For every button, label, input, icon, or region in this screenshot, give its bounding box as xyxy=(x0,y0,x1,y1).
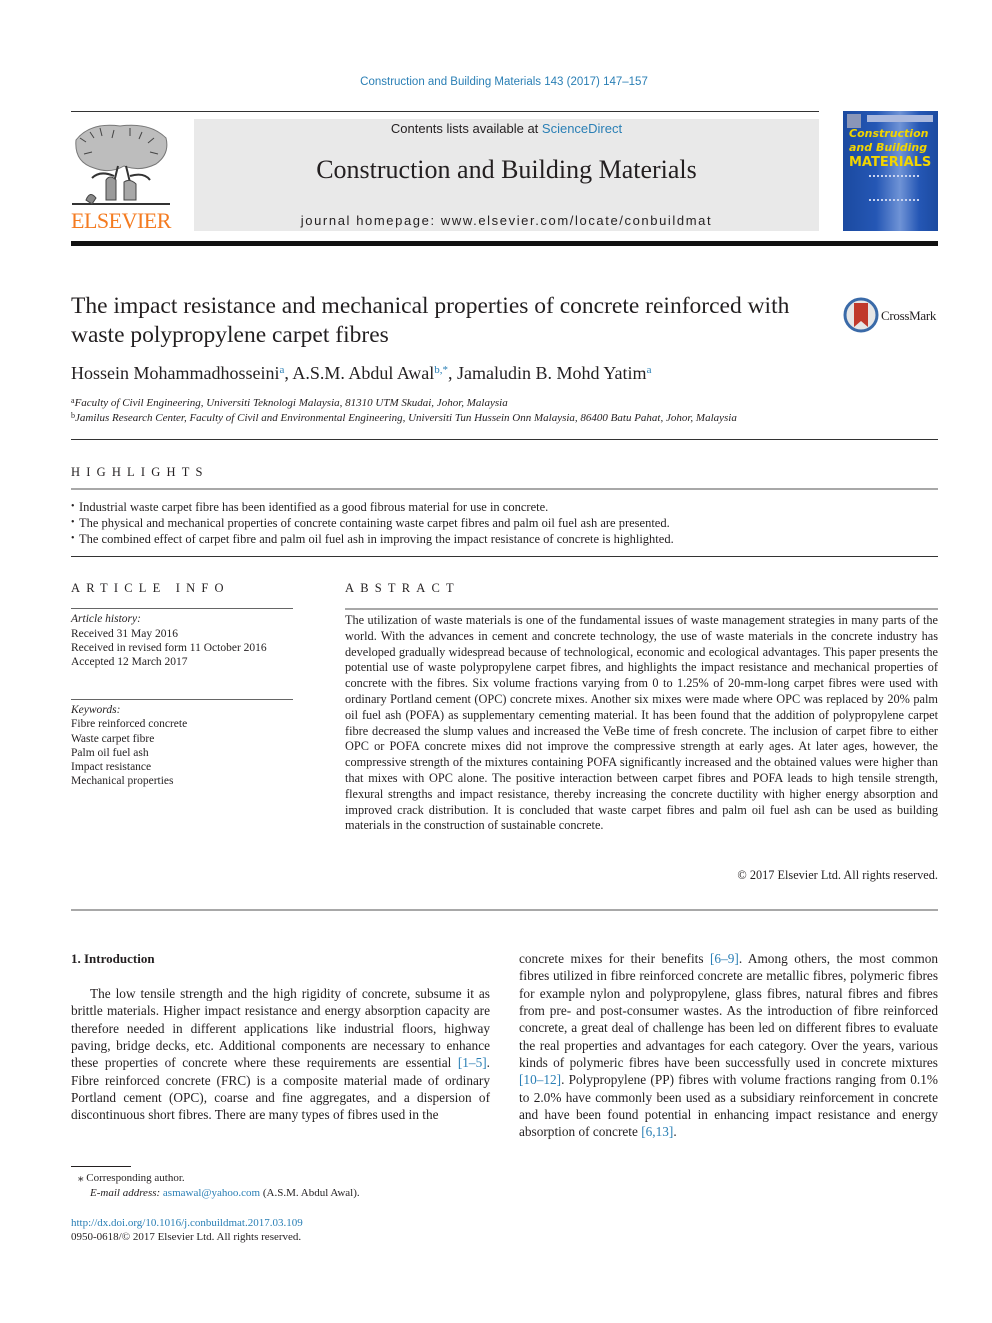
article-info-rule xyxy=(71,608,293,609)
affiliation-a: aFaculty of Civil Engineering, Universit… xyxy=(71,396,508,409)
crossmark-icon xyxy=(843,297,879,333)
abstract-rule xyxy=(345,608,938,610)
elsevier-wordmark: ELSEVIER xyxy=(71,208,171,233)
abstract-text: The utilization of waste materials is on… xyxy=(345,613,938,833)
contents-prefix: Contents lists available at xyxy=(390,121,542,136)
elsevier-logo[interactable]: ELSEVIER xyxy=(70,120,172,234)
citation-link[interactable]: [6–9] xyxy=(710,951,739,966)
introduction-column-2: concrete mixes for their benefits [6–9].… xyxy=(519,950,938,1141)
header-top-rule xyxy=(71,111,819,112)
cover-publisher-logo-icon xyxy=(847,114,861,128)
body-text: The low tensile strength and the high ri… xyxy=(71,986,490,1071)
highlights-heading: HIGHLIGHTS xyxy=(71,465,209,479)
author-affiliation-marker[interactable]: a xyxy=(647,364,652,376)
highlights-list: Industrial waste carpet fibre has been i… xyxy=(71,499,938,547)
email-link[interactable]: asmawal@yahoo.com xyxy=(163,1187,260,1199)
citation-link[interactable]: [10–12] xyxy=(519,1072,561,1087)
history-revised: Received in revised form 11 October 2016 xyxy=(71,642,267,654)
affiliation-text: Jamilus Research Center, Faculty of Civi… xyxy=(75,412,737,424)
corresponding-text: Corresponding author. xyxy=(86,1172,185,1184)
citation-link[interactable]: [1–5] xyxy=(458,1055,487,1070)
header-bottom-rule xyxy=(71,241,938,246)
front-matter-bottom-rule xyxy=(71,909,938,911)
footnote-rule xyxy=(71,1166,131,1167)
keyword-item: Impact resistance xyxy=(71,761,152,773)
cover-subtitle-text xyxy=(869,175,919,201)
contents-line: Contents lists available at ScienceDirec… xyxy=(194,121,819,136)
sciencedirect-link[interactable]: ScienceDirect xyxy=(542,121,622,136)
keyword-item: Palm oil fuel ash xyxy=(71,747,149,759)
crossmark-label: CrossMark xyxy=(881,308,937,323)
title-block-rule xyxy=(71,439,938,440)
author-list: Hossein Mohammadhosseini a, A.S.M. Abdul … xyxy=(71,363,651,384)
keywords-rule xyxy=(71,699,293,700)
cover-title-line2: and Building xyxy=(849,141,928,154)
affiliation-b: bJamilus Research Center, Faculty of Civ… xyxy=(71,411,737,424)
introduction-heading: 1. Introduction xyxy=(71,951,155,966)
author-name[interactable]: Hossein Mohammadhosseini xyxy=(71,363,280,383)
body-text: . Among others, the most common fibres u… xyxy=(519,951,938,1071)
citation-link[interactable]: [6,13] xyxy=(641,1124,673,1139)
email-owner: (A.S.M. Abdul Awal). xyxy=(262,1187,360,1199)
author-name[interactable]: Jamaludin B. Mohd Yatim xyxy=(457,363,647,383)
article-title: The impact resistance and mechanical pro… xyxy=(71,293,790,348)
author-affiliation-marker[interactable]: b,* xyxy=(434,364,448,376)
history-received: Received 31 May 2016 xyxy=(71,628,178,640)
history-accepted: Accepted 12 March 2017 xyxy=(71,656,188,668)
abstract-heading: ABSTRACT xyxy=(345,581,460,595)
highlight-item: The physical and mechanical properties o… xyxy=(71,515,938,531)
article-info-heading: ARTICLE INFO xyxy=(71,581,230,595)
elsevier-tree-icon xyxy=(72,124,170,205)
highlights-heading-rule xyxy=(71,488,938,490)
introduction-column-1: The low tensile strength and the high ri… xyxy=(71,985,490,1124)
abstract-copyright: © 2017 Elsevier Ltd. All rights reserved… xyxy=(737,868,938,882)
journal-header-box: Contents lists available at ScienceDirec… xyxy=(194,119,819,231)
body-text: . Polypropylene (PP) fibres with volume … xyxy=(519,1072,938,1140)
corresponding-author-note: ⁎ Corresponding author. xyxy=(78,1171,185,1184)
journal-cover-thumbnail[interactable]: Construction and Building MATERIALS xyxy=(843,111,938,231)
email-note: E-mail address: asmawal@yahoo.com (A.S.M… xyxy=(90,1187,360,1199)
keywords-label: Keywords: xyxy=(71,704,121,716)
keyword-item: Mechanical properties xyxy=(71,775,174,787)
body-text: . xyxy=(673,1124,677,1140)
cover-title-line3: MATERIALS xyxy=(849,155,932,170)
author-separator: , xyxy=(448,363,458,383)
body-text: concrete mixes for their benefits xyxy=(519,951,710,966)
journal-name: Construction and Building Materials xyxy=(316,155,697,184)
corresponding-marker: ⁎ xyxy=(78,1172,84,1184)
email-label: E-mail address: xyxy=(90,1187,161,1199)
keyword-item: Fibre reinforced concrete xyxy=(71,718,188,730)
cover-band xyxy=(867,115,933,122)
cover-title-line1: Construction xyxy=(849,127,929,140)
journal-reference-link[interactable]: Construction and Building Materials 143 … xyxy=(0,76,992,88)
keyword-item: Waste carpet fibre xyxy=(71,733,155,745)
highlights-bottom-rule xyxy=(71,556,938,557)
issn-copyright-line: 0950-0618/© 2017 Elsevier Ltd. All right… xyxy=(71,1231,302,1243)
highlight-item: Industrial waste carpet fibre has been i… xyxy=(71,499,938,515)
crossmark-button[interactable]: CrossMark xyxy=(843,297,943,335)
author-name[interactable]: A.S.M. Abdul Awal xyxy=(292,363,434,383)
journal-homepage[interactable]: journal homepage: www.elsevier.com/locat… xyxy=(194,213,819,228)
doi-link[interactable]: http://dx.doi.org/10.1016/j.conbuildmat.… xyxy=(71,1217,303,1229)
article-history-label: Article history: xyxy=(71,613,141,625)
highlight-item: The combined effect of carpet fibre and … xyxy=(71,531,938,547)
affiliation-text: Faculty of Civil Engineering, Universiti… xyxy=(74,397,508,409)
